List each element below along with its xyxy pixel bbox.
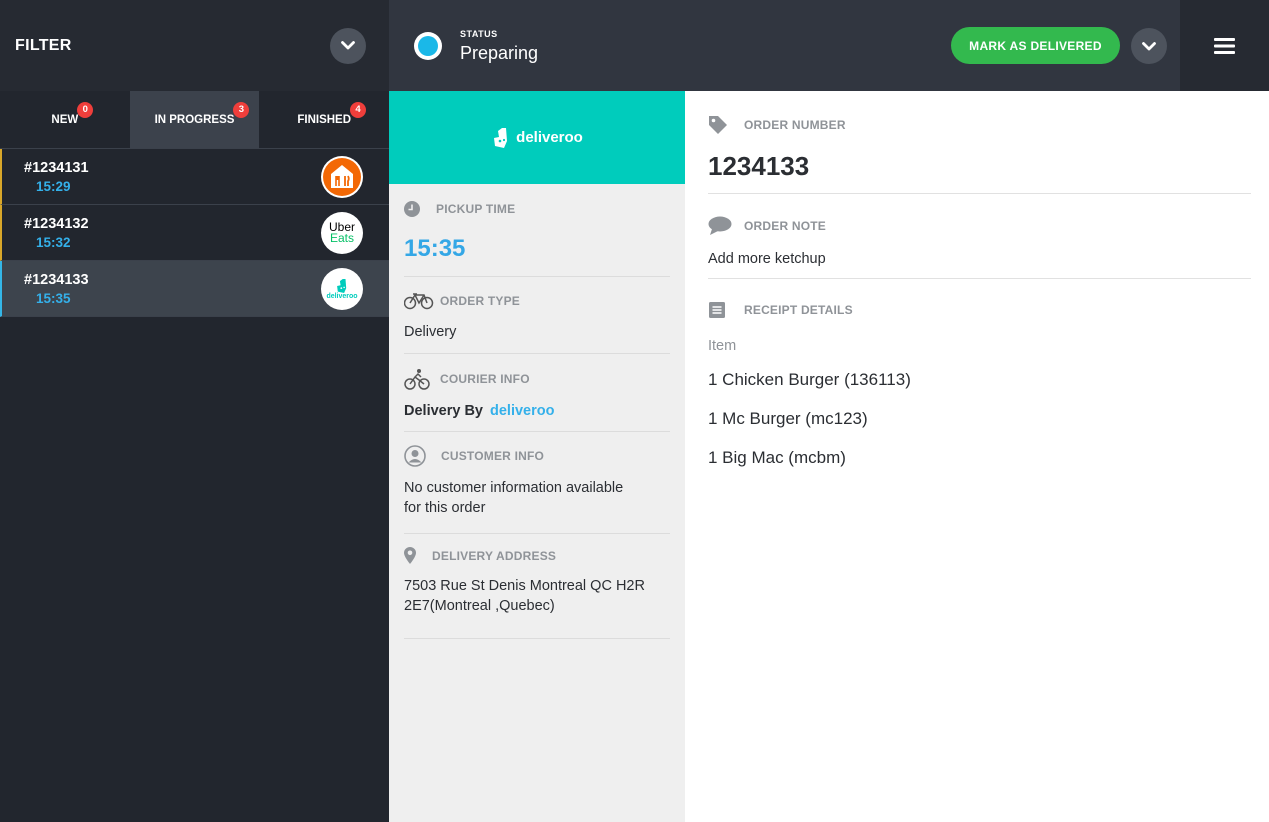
section-label: RECEIPT DETAILS	[744, 303, 853, 317]
mark-as-delivered-button[interactable]: MARK AS DELIVERED	[951, 27, 1120, 64]
status-header: STATUS Preparing MARK AS DELIVERED	[389, 0, 1269, 91]
customer-info-line: No customer information available	[404, 480, 624, 496]
tab-new[interactable]: NEW 0	[0, 91, 130, 148]
delivery-address-section: DELIVERY ADDRESS 7503 Rue St Denis Montr…	[404, 534, 670, 639]
order-list-item[interactable]: #1234132 15:32 Uber Eats	[0, 205, 389, 261]
chevron-down-icon	[1142, 41, 1156, 50]
chevron-down-icon	[341, 41, 355, 50]
user-avatar-icon	[404, 445, 426, 467]
filter-toggle-button[interactable]	[330, 27, 366, 64]
takeaway-house-icon	[323, 157, 361, 196]
tab-in-progress[interactable]: IN PROGRESS 3	[129, 91, 260, 148]
tab-label: FINISHED	[297, 113, 352, 126]
section-label: COURIER INFO	[440, 372, 530, 386]
tab-label: IN PROGRESS	[154, 113, 235, 126]
section-label: ORDER NOTE	[744, 219, 827, 233]
pickup-time-section: PICKUP TIME 15:35	[404, 184, 670, 277]
count-badge: 3	[233, 101, 250, 118]
hamburger-menu-icon	[1214, 37, 1235, 54]
customer-info-line: for this order	[404, 500, 486, 516]
status-options-button[interactable]	[1131, 28, 1167, 64]
item-column-header: Item	[708, 338, 737, 354]
deliveroo-logo: deliveroo	[321, 267, 363, 310]
status-indicator	[414, 32, 442, 60]
filter-bar: FILTER	[0, 0, 389, 91]
order-time: 15:35	[36, 290, 71, 306]
bicycle-icon	[404, 293, 434, 310]
tab-label: NEW	[51, 113, 79, 126]
receipt-item: 1 Mc Burger (mc123)	[708, 409, 868, 428]
filter-title: FILTER	[15, 36, 72, 54]
tag-icon	[709, 116, 727, 134]
order-info-panel: deliveroo PICKUP TIME 15:35 ORDER TYPE D…	[389, 91, 685, 822]
receipt-details-section: RECEIPT DETAILS Item 1 Chicken Burger (1…	[708, 279, 1251, 468]
order-type-section: ORDER TYPE Delivery	[404, 277, 670, 354]
delivery-address-value: 7503 Rue St Denis Montreal QC H2R 2E7(Mo…	[404, 576, 670, 616]
uber-eats-logo: Uber Eats	[321, 211, 363, 254]
order-list-item-selected[interactable]: #1234133 15:35 deliveroo	[0, 261, 389, 317]
order-number: #1234133	[24, 271, 89, 288]
courier-name: deliveroo	[490, 403, 555, 419]
order-time: 15:29	[36, 178, 71, 194]
order-status-tabs: NEW 0 IN PROGRESS 3 FINISHED 4	[0, 91, 389, 149]
platform-name: deliveroo	[516, 129, 583, 146]
section-label: CUSTOMER INFO	[441, 449, 545, 463]
section-label: ORDER NUMBER	[744, 118, 846, 132]
speech-bubble-icon	[708, 216, 732, 235]
takeaway-logo	[321, 155, 363, 198]
order-number-section: ORDER NUMBER 1234133	[708, 91, 1251, 194]
order-note-value: Add more ketchup	[708, 251, 826, 267]
order-time: 15:32	[36, 234, 71, 250]
order-note-section: ORDER NOTE Add more ketchup	[708, 194, 1251, 279]
count-badge: 0	[77, 101, 94, 118]
deliveroo-kangaroo-icon	[494, 127, 508, 148]
eats-logo-text: Eats	[329, 230, 354, 245]
deliveroo-kangaroo-icon	[337, 278, 347, 293]
deliveroo-logo-text: deliveroo	[326, 292, 358, 300]
order-details-panel: ORDER NUMBER 1234133 ORDER NOTE Add more…	[685, 91, 1269, 822]
location-pin-icon	[404, 547, 416, 564]
order-type-value: Delivery	[404, 324, 457, 340]
courier-info-section: COURIER INFO Delivery By deliveroo	[404, 354, 670, 432]
courier-value: Delivery By deliveroo	[404, 401, 670, 421]
address-line: 7503 Rue St Denis Montreal QC H2R	[404, 578, 645, 594]
platform-banner: deliveroo	[389, 91, 685, 184]
status-label: STATUS	[460, 29, 498, 39]
section-label: ORDER TYPE	[440, 294, 521, 308]
pickup-time-value: 15:35	[404, 235, 466, 262]
address-line: 2E7(Montreal ,Quebec)	[404, 598, 555, 614]
order-number: #1234132	[24, 215, 89, 232]
receipt-item: 1 Chicken Burger (136113)	[708, 370, 911, 389]
customer-info-value: No customer information available for th…	[404, 478, 670, 518]
clock-icon	[404, 201, 420, 217]
menu-button[interactable]	[1180, 0, 1269, 91]
order-number: #1234131	[24, 159, 89, 176]
sidebar: FILTER NEW 0 IN PROGRESS 3 FINISHED 4 #1234…	[0, 0, 389, 822]
order-number-value: 1234133	[708, 151, 810, 181]
tab-finished[interactable]: FINISHED 4	[259, 91, 389, 148]
receipt-icon	[709, 302, 725, 318]
status-value: Preparing	[460, 43, 539, 63]
section-label: PICKUP TIME	[436, 202, 516, 216]
order-list-item[interactable]: #1234131 15:29	[0, 149, 389, 205]
section-label: DELIVERY ADDRESS	[432, 548, 557, 563]
cyclist-icon	[404, 369, 430, 390]
count-badge: 4	[350, 101, 367, 118]
receipt-item: 1 Big Mac (mcbm)	[708, 448, 846, 467]
customer-info-section: CUSTOMER INFO No customer information av…	[404, 432, 670, 534]
delivery-by-label: Delivery By	[404, 403, 483, 419]
